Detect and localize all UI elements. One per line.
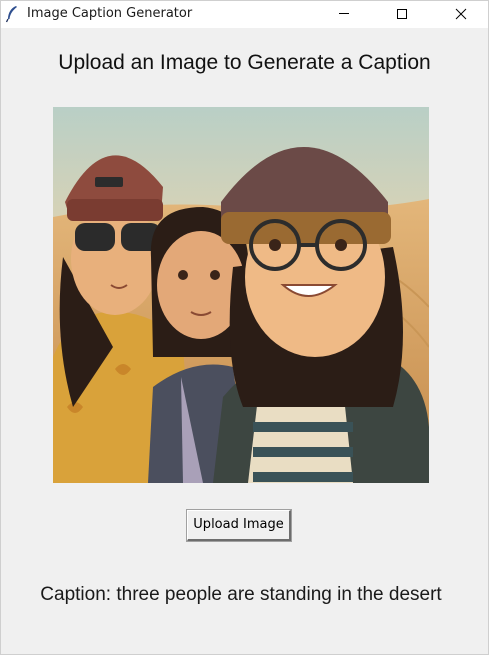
uploaded-image — [53, 107, 429, 483]
upload-image-button[interactable]: Upload Image — [186, 509, 292, 542]
maximize-icon — [397, 9, 407, 19]
app-window: Image Caption Generator Upload an Image … — [0, 0, 489, 655]
close-icon — [455, 8, 467, 20]
caption-text: Caption: three people are standing in th… — [40, 584, 442, 605]
maximize-button[interactable] — [379, 1, 425, 28]
minimize-icon — [339, 13, 349, 14]
minimize-button[interactable] — [321, 1, 367, 28]
title-bar[interactable]: Image Caption Generator — [1, 1, 488, 28]
window-title: Image Caption Generator — [27, 6, 193, 21]
close-button[interactable] — [438, 1, 484, 28]
feather-icon — [5, 5, 19, 23]
page-heading: Upload an Image to Generate a Caption — [58, 51, 431, 74]
